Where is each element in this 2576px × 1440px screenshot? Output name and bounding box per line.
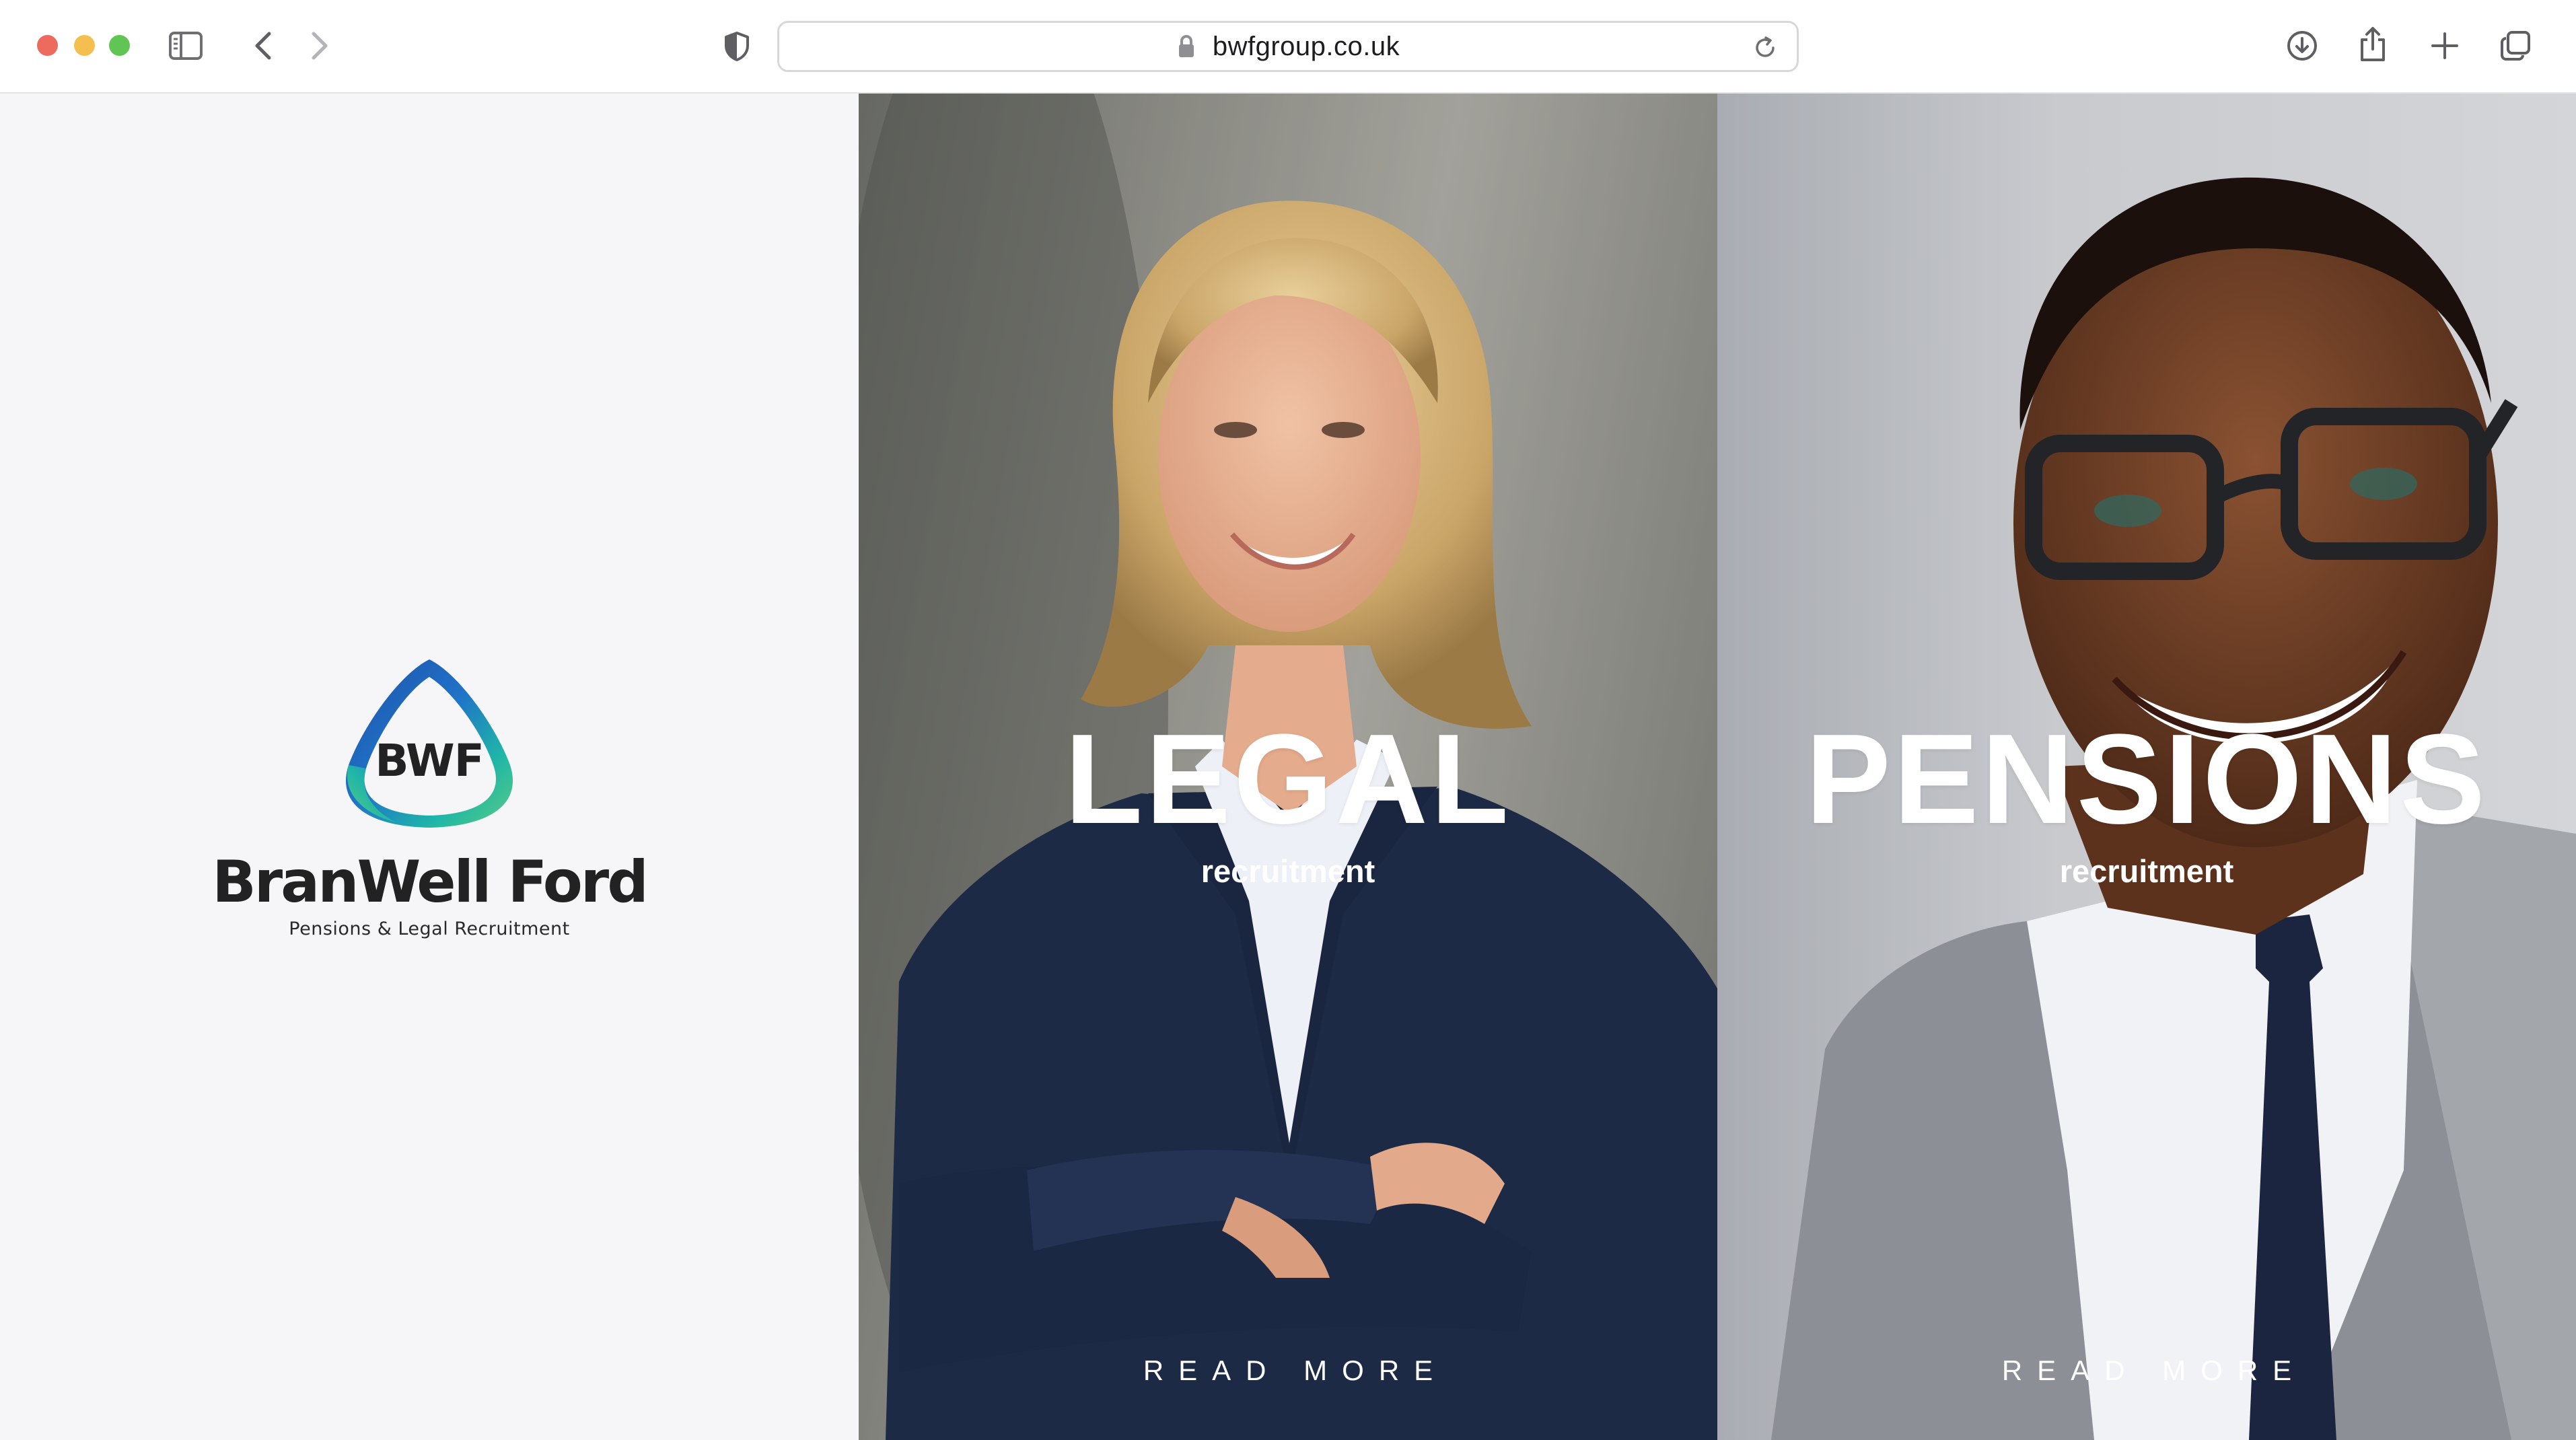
lock-icon <box>1176 33 1196 60</box>
legal-subtitle: recruitment <box>1201 853 1375 889</box>
pensions-card[interactable]: PENSIONS recruitment READ MORE <box>1717 94 2576 1440</box>
brand-tagline: Pensions & Legal Recruitment <box>289 919 570 939</box>
minimize-window-button[interactable] <box>74 35 95 56</box>
legal-title: LEGAL <box>1065 708 1511 851</box>
downloads-button[interactable] <box>2285 28 2320 63</box>
sidebar-toggle-button[interactable] <box>167 28 205 63</box>
tab-overview-button[interactable] <box>2498 28 2533 63</box>
pensions-title: PENSIONS <box>1805 708 2488 851</box>
close-window-button[interactable] <box>37 35 58 56</box>
logo-text: BWF <box>375 735 485 787</box>
brand-name: BranWell Ford <box>212 849 649 916</box>
legal-read-more-link[interactable]: READ MORE <box>859 1355 1717 1387</box>
pensions-subtitle: recruitment <box>2059 853 2234 889</box>
address-bar[interactable]: bwfgroup.co.uk <box>777 21 1799 72</box>
tabs-overview-icon <box>2501 31 2530 61</box>
zoom-window-button[interactable] <box>109 35 130 56</box>
reload-icon <box>1756 36 1775 57</box>
pensions-read-more-link[interactable]: READ MORE <box>1717 1355 2576 1387</box>
forward-button[interactable] <box>303 28 336 63</box>
download-icon <box>2287 31 2317 61</box>
privacy-report-button[interactable] <box>720 30 754 63</box>
shield-icon <box>725 32 749 61</box>
reload-button[interactable] <box>1751 34 1779 62</box>
back-button[interactable] <box>246 28 280 63</box>
sidebar-icon <box>169 32 203 60</box>
plus-icon <box>2431 32 2458 59</box>
legal-card[interactable]: LEGAL recruitment READ MORE <box>859 94 1717 1440</box>
share-button[interactable] <box>2355 26 2390 63</box>
chevron-left-icon <box>255 32 271 60</box>
brand-panel: BWF BranWell Ford Pensions & Legal Recru… <box>0 94 859 1440</box>
bwf-logo[interactable]: BWF <box>342 654 517 832</box>
chevron-right-icon <box>312 32 328 60</box>
share-icon <box>2361 27 2385 61</box>
new-tab-button[interactable] <box>2427 28 2462 63</box>
browser-toolbar: bwfgroup.co.uk <box>0 0 2576 94</box>
page-content: BWF BranWell Ford Pensions & Legal Recru… <box>0 94 2576 1440</box>
url-text: bwfgroup.co.uk <box>1212 31 1400 61</box>
